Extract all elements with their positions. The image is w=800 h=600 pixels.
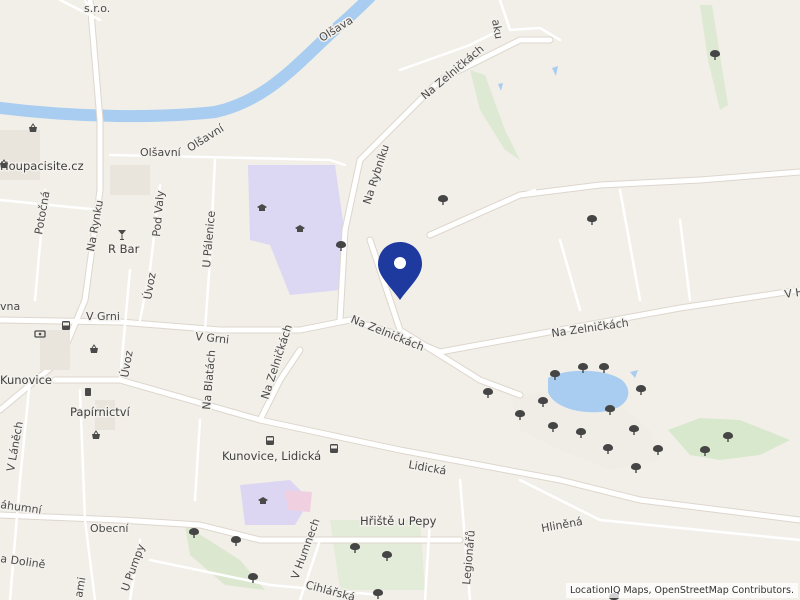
label-vna: vna xyxy=(0,300,20,313)
label-kunovice-lidicka: Kunovice, Lidická xyxy=(222,449,321,463)
label-v-h: V H xyxy=(784,285,800,301)
map-attribution: LocationIQ Maps, OpenStreetMap Contribut… xyxy=(565,583,798,598)
label-houpacisite: Houpacisite.cz xyxy=(0,159,84,173)
map-canvas[interactable]: s.r.o. Olšava aku Na Zelničkách Olšavní … xyxy=(0,0,800,600)
location-pin[interactable] xyxy=(375,240,425,302)
label-papirnictvi: Papírnictví xyxy=(70,405,131,419)
bus-stop-icon xyxy=(330,444,338,453)
label-hriste-u-pepy: Hřiště u Pepy xyxy=(360,514,437,528)
bus-station-icon xyxy=(85,388,91,396)
map-marker-icon xyxy=(378,242,422,300)
hospital-area xyxy=(285,490,312,512)
label-kunovice: Kunovice xyxy=(0,373,52,387)
label-sro: s.r.o. xyxy=(84,2,110,15)
label-r-bar: R Bar xyxy=(108,242,140,256)
label-olsavni-2: Olšavní xyxy=(140,146,182,159)
bus-stop-icon xyxy=(266,436,274,445)
bus-stop-icon xyxy=(62,321,70,330)
label-obecni: Obecní xyxy=(90,522,129,535)
label-v-grni-1: V Grni xyxy=(86,310,120,323)
playground-area xyxy=(330,520,425,590)
